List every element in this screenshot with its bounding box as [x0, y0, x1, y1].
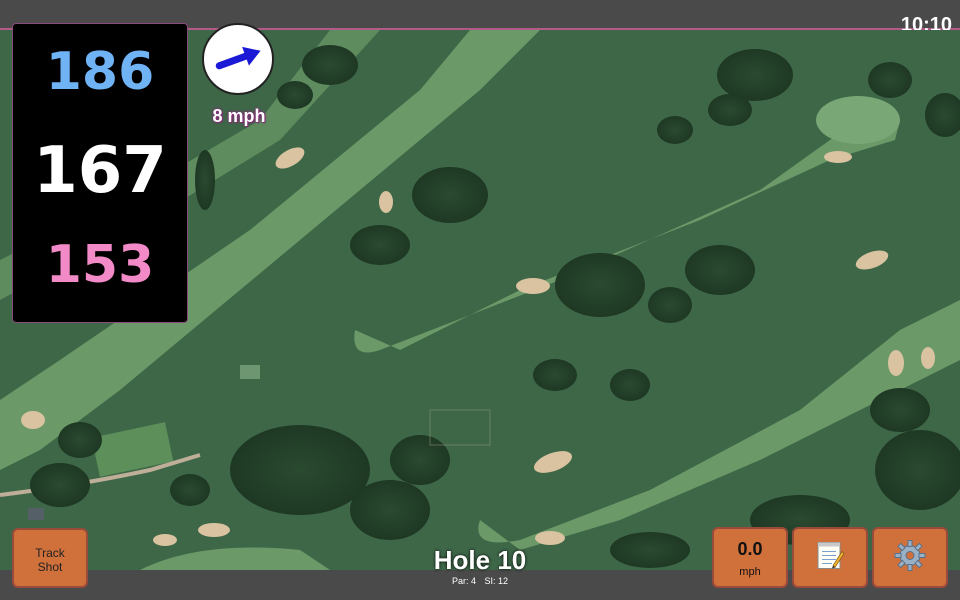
track-shot-label-line1: Track: [35, 546, 65, 560]
speed-unit: mph: [739, 566, 761, 578]
settings-button[interactable]: [872, 527, 948, 588]
speed-value: 0.0: [737, 539, 763, 559]
gear-icon: [893, 538, 927, 577]
center-distance: 167: [33, 134, 167, 208]
notepad-icon: [815, 539, 845, 576]
track-shot-label-line2: Shot: [37, 560, 63, 574]
wind-indicator: [202, 23, 274, 95]
hole-title: Hole 10: [433, 545, 527, 575]
wind-arrow-icon: [215, 46, 261, 70]
speed-button[interactable]: 0.0 mph: [712, 527, 788, 588]
stroke-index-label: SI: 12: [484, 576, 509, 586]
yardage-panel: 186 167 153: [12, 23, 188, 323]
wind-speed: 8 mph: [212, 106, 266, 126]
track-shot-button[interactable]: Track Shot: [12, 528, 88, 588]
front-distance: 153: [45, 235, 155, 295]
par-label: Par: 4: [451, 576, 476, 586]
back-distance: 186: [45, 42, 155, 102]
notes-button[interactable]: [792, 527, 868, 588]
hole-info: Par: 4 SI: 12: [380, 577, 580, 586]
